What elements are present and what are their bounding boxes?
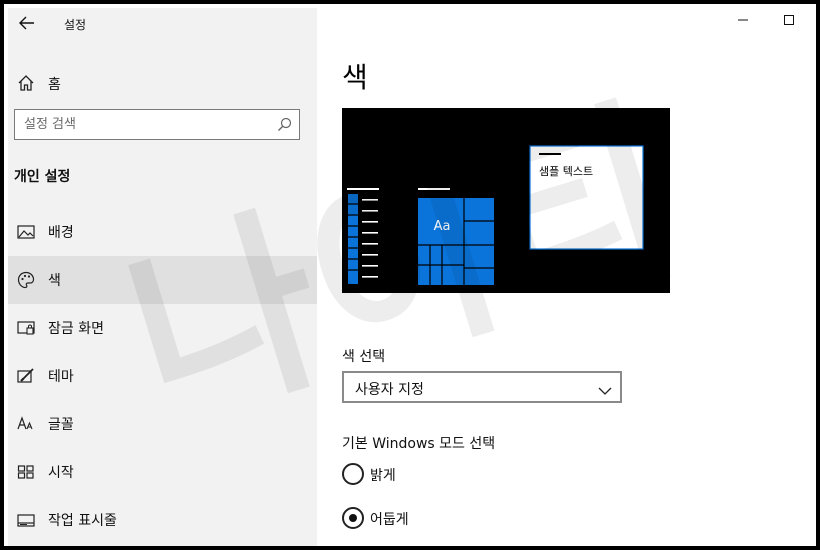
sidebar-item-label: 홈 [48,77,61,93]
section-title: 개인 설정 [14,169,71,185]
maximize-button[interactable] [774,10,804,30]
taskbar-icon [17,511,35,529]
sidebar-item-label: 색 [48,273,61,289]
settings-window: 설정 홈 개인 설정 배경 색 [4,4,816,546]
color-preview: Aa 샘플 텍스트 [342,108,670,293]
preview-graphic: Aa 샘플 텍스트 [347,145,644,285]
maximize-icon [783,11,795,30]
sidebar-item-lock-screen[interactable]: 잠금 화면 [8,304,317,352]
palette-icon [17,271,35,289]
image-icon [17,223,35,241]
start-grid-icon [17,463,35,481]
search-box[interactable] [14,109,300,140]
sidebar-item-label: 글꼴 [48,417,74,433]
back-arrow-icon[interactable] [18,14,36,32]
radio-light[interactable] [342,463,364,485]
preview-sample-text: 샘플 텍스트 [539,165,593,178]
minimize-icon [737,11,749,30]
radio-dark[interactable] [342,507,364,529]
color-select-dropdown[interactable]: 사용자 지정 [342,371,622,403]
dropdown-value: 사용자 지정 [355,382,424,398]
font-icon [17,415,35,433]
search-icon[interactable] [277,117,292,136]
radio-light-label[interactable]: 밝게 [370,465,396,485]
search-input[interactable] [24,117,264,132]
sidebar-item-start[interactable]: 시작 [8,448,317,496]
windows-mode-label: 기본 Windows 모드 선택 [342,436,496,452]
sidebar-item-label: 작업 표시줄 [48,513,117,529]
home-icon [17,74,35,96]
sidebar-item-fonts[interactable]: 글꼴 [8,400,317,448]
sidebar-item-label: 배경 [48,225,74,241]
sidebar: 설정 홈 개인 설정 배경 색 [8,8,317,546]
theme-brush-icon [17,367,35,385]
sidebar-item-label: 시작 [48,465,74,481]
app-title: 설정 [64,18,87,32]
preview-tile-text: Aa [434,219,451,234]
sidebar-item-taskbar[interactable]: 작업 표시줄 [8,496,317,544]
chevron-down-icon [598,381,612,400]
radio-dark-label[interactable]: 어둡게 [370,509,409,529]
color-select-label: 색 선택 [342,349,386,365]
lock-screen-icon [17,319,35,337]
sidebar-item-background[interactable]: 배경 [8,208,317,256]
minimize-button[interactable] [728,10,758,30]
page-title: 색 [342,61,368,94]
sidebar-item-label: 잠금 화면 [48,321,104,337]
sidebar-item-color[interactable]: 색 [8,256,317,304]
sidebar-item-label: 테마 [48,369,74,385]
sidebar-item-theme[interactable]: 테마 [8,352,317,400]
sidebar-item-home[interactable]: 홈 [8,66,317,98]
